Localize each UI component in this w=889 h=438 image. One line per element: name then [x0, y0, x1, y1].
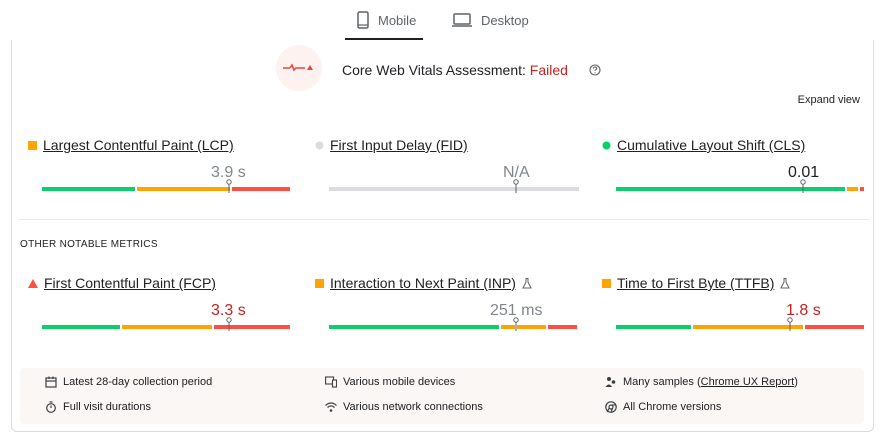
bar-poor-segment	[860, 187, 864, 191]
other-metrics-heading: OTHER NOTABLE METRICS	[20, 239, 158, 250]
flask-icon	[780, 277, 791, 289]
metric-pin-icon	[513, 317, 519, 331]
device-tabs: Mobile Desktop	[0, 0, 889, 41]
red-triangle-icon	[28, 275, 38, 291]
orange-square-icon	[28, 137, 37, 153]
flask-icon	[522, 277, 532, 289]
help-icon[interactable]	[589, 63, 601, 81]
chrome-icon	[605, 401, 617, 413]
assessment-failed-icon	[276, 45, 322, 91]
bar-needs-improvement-segment	[517, 325, 546, 329]
assessment-status: Failed	[529, 62, 568, 78]
orange-square-icon	[602, 275, 611, 291]
chrome-ux-report-link[interactable]: Chrome UX Report	[701, 376, 795, 388]
bar-needs-improvement-segment	[847, 187, 859, 191]
metric-cls-title[interactable]: Cumulative Layout Shift (CLS)	[617, 137, 805, 153]
phone-icon	[357, 11, 369, 29]
metric-pin-icon	[226, 179, 232, 193]
bar-poor-segment	[805, 325, 864, 329]
bar-good-segment	[616, 187, 846, 191]
metric-lcp-distribution-bar	[42, 187, 292, 191]
stopwatch-icon	[45, 401, 57, 413]
expand-view-link[interactable]: Expand view	[798, 94, 860, 106]
info-devices: Various mobile devices	[325, 376, 455, 388]
bar-needs-improvement-segment	[122, 325, 212, 329]
info-samples-suffix: )	[794, 376, 798, 388]
info-chrome-versions: All Chrome versions	[605, 401, 721, 413]
devices-icon	[325, 376, 337, 388]
info-visit-durations: Full visit durations	[45, 401, 151, 413]
metric-pin-icon	[787, 317, 793, 331]
info-chrome-versions-text: All Chrome versions	[623, 401, 722, 413]
info-samples: Many samples (Chrome UX Report)	[605, 376, 798, 388]
metric-fid-title[interactable]: First Input Delay (FID)	[330, 137, 468, 153]
assessment-heading: Core Web Vitals Assessment: Failed	[342, 62, 568, 78]
info-visit-durations-text: Full visit durations	[63, 401, 152, 413]
metric-cls-distribution-bar	[616, 187, 866, 191]
green-circle-icon	[602, 137, 611, 153]
info-collection-period-text: Latest 28-day collection period	[63, 376, 213, 388]
assessment-prefix: Core Web Vitals Assessment:	[342, 62, 530, 78]
info-samples-prefix: Many samples (	[623, 376, 701, 388]
metric-pin-icon	[513, 179, 519, 193]
metric-inp-title[interactable]: Interaction to Next Paint (INP)	[330, 275, 516, 291]
metric-fcp-distribution-bar	[42, 325, 292, 329]
laptop-icon	[452, 13, 472, 27]
metric-fcp-title[interactable]: First Contentful Paint (FCP)	[44, 275, 216, 291]
orange-square-icon	[315, 275, 324, 291]
tab-desktop-label: Desktop	[481, 12, 529, 28]
users-icon	[605, 376, 617, 388]
metric-pin-icon	[800, 179, 806, 193]
info-network: Various network connections	[325, 401, 483, 413]
metric-ttfb-distribution-bar	[616, 325, 866, 329]
bar-neutral-segment	[329, 187, 579, 191]
bar-good-segment	[616, 325, 691, 329]
bar-good-segment	[42, 187, 136, 191]
tab-mobile-label: Mobile	[378, 12, 417, 28]
section-divider	[19, 219, 869, 220]
metric-ttfb-title[interactable]: Time to First Byte (TTFB)	[617, 275, 774, 291]
metric-inp-distribution-bar	[329, 325, 579, 329]
info-devices-text: Various mobile devices	[343, 376, 456, 388]
info-network-text: Various network connections	[343, 401, 483, 413]
metric-fid-distribution-bar	[329, 187, 579, 191]
gray-circle-icon	[315, 137, 324, 153]
metric-pin-icon	[226, 317, 232, 331]
wifi-icon	[325, 401, 337, 413]
bar-good-segment	[329, 325, 499, 329]
calendar-icon	[45, 376, 57, 388]
info-collection-period: Latest 28-day collection period	[45, 376, 212, 388]
bar-poor-segment	[548, 325, 577, 329]
bar-good-segment	[42, 325, 121, 329]
tab-desktop[interactable]: Desktop	[452, 0, 542, 40]
metric-lcp-title[interactable]: Largest Contentful Paint (LCP)	[43, 137, 234, 153]
bar-needs-improvement-segment	[137, 187, 231, 191]
bar-poor-segment	[232, 187, 290, 191]
tab-mobile[interactable]: Mobile	[345, 0, 423, 40]
